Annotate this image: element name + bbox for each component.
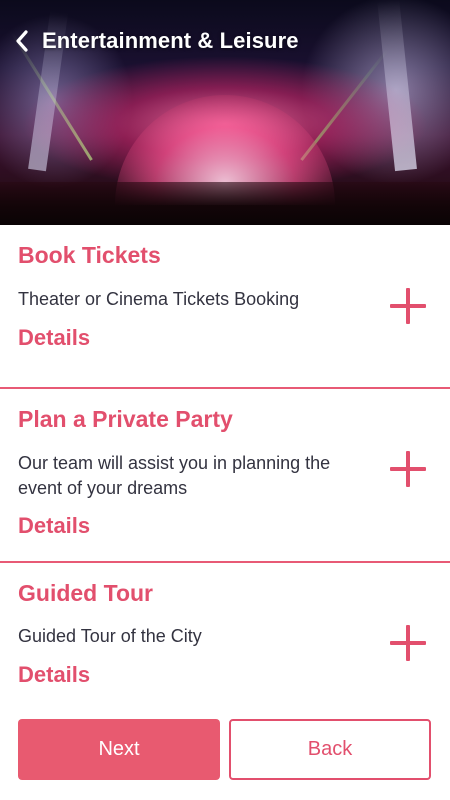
details-link[interactable]: Details bbox=[18, 325, 90, 351]
back-button[interactable]: Back bbox=[229, 719, 431, 780]
service-description: Theater or Cinema Tickets Booking bbox=[18, 289, 300, 309]
details-link[interactable]: Details bbox=[18, 662, 90, 688]
page-title: Entertainment & Leisure bbox=[42, 28, 299, 53]
service-card-guided-tour: Guided Tour Guided Tour of the City Deta… bbox=[0, 563, 450, 693]
crowd-silhouette bbox=[0, 182, 450, 225]
plus-icon[interactable] bbox=[390, 288, 426, 324]
service-description: Our team will assist you in planning the… bbox=[18, 453, 331, 498]
header-bar: Entertainment & Leisure bbox=[0, 22, 450, 60]
next-button[interactable]: Next bbox=[18, 719, 220, 780]
details-link[interactable]: Details bbox=[18, 513, 90, 539]
service-card-private-party: Plan a Private Party Our team will assis… bbox=[0, 389, 450, 563]
service-title: Guided Tour bbox=[18, 580, 154, 606]
service-title: Plan a Private Party bbox=[18, 406, 233, 432]
chevron-left-icon[interactable] bbox=[2, 22, 42, 60]
service-card-book-tickets: Book Tickets Theater or Cinema Tickets B… bbox=[0, 225, 450, 389]
service-description: Guided Tour of the City bbox=[18, 626, 202, 646]
plus-icon[interactable] bbox=[390, 451, 426, 487]
service-title: Book Tickets bbox=[18, 242, 161, 268]
plus-icon[interactable] bbox=[390, 625, 426, 661]
